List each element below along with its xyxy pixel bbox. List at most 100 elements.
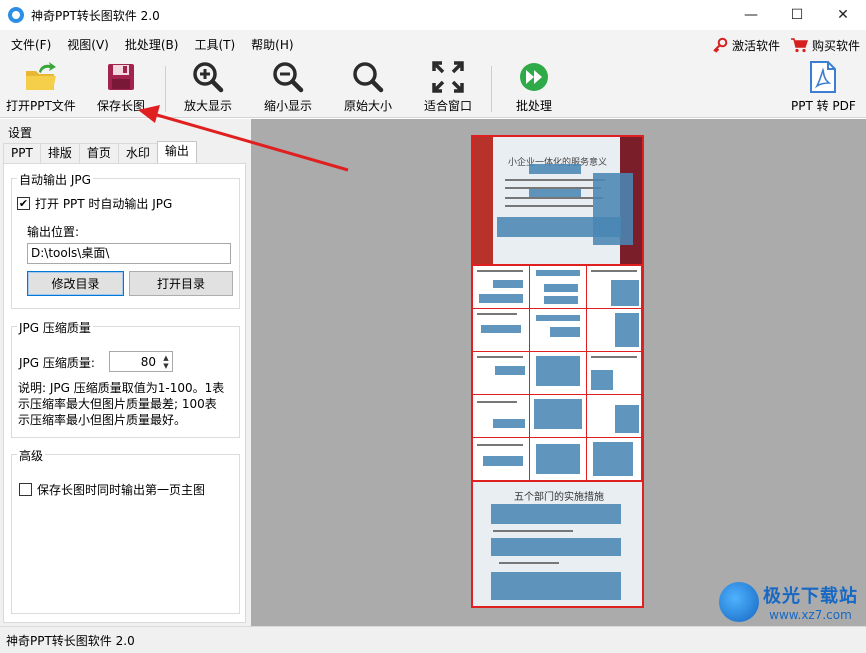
grid-cell: [530, 309, 587, 352]
jpg-quality-stepper[interactable]: 80 ▲ ▼: [109, 351, 173, 372]
modify-directory-button[interactable]: 修改目录: [27, 271, 124, 296]
last-slide-title: 五个部门的实施措施: [514, 492, 604, 503]
window-title: 神奇PPT转长图软件 2.0: [31, 8, 160, 23]
slide-text-line: [477, 444, 523, 446]
settings-tabs: PPT 排版 首页 水印 输出: [3, 141, 197, 164]
ppt-to-pdf-button[interactable]: PPT 转 PDF: [791, 60, 856, 118]
slide-block: [593, 173, 633, 245]
slide-decoration: [473, 137, 493, 264]
app-logo-icon: [8, 7, 24, 23]
shopping-cart-icon: [790, 38, 808, 53]
description-line: 说明: JPG 压缩质量取值为1-100。1表: [18, 381, 225, 395]
slide-block: [536, 315, 580, 321]
grid-cell: [587, 352, 642, 395]
tab-watermark[interactable]: 水印: [117, 143, 158, 163]
preview-slide-last: 五个部门的实施措施: [473, 482, 642, 606]
save-long-image-button[interactable]: 保存长图: [97, 60, 145, 118]
slide-block: [536, 356, 580, 386]
fit-window-button[interactable]: 适合窗口: [424, 60, 472, 118]
menu-batch[interactable]: 批处理(B): [117, 30, 187, 60]
slide-text-line: [477, 401, 517, 403]
auto-output-checkbox[interactable]: ✔: [17, 197, 30, 210]
auto-output-group: 自动输出 JPG ✔ 打开 PPT 时自动输出 JPG 输出位置: D:\too…: [11, 171, 240, 309]
slide-block: [529, 164, 581, 174]
tab-output[interactable]: 输出: [156, 141, 197, 163]
slide-block: [534, 399, 582, 429]
watermark-text: 极光下载站 www.xz7.com: [763, 582, 858, 622]
zoom-out-label: 缩小显示: [264, 99, 313, 113]
buy-software-button[interactable]: 购买软件: [790, 37, 860, 54]
output-first-page-checkbox[interactable]: [19, 483, 32, 496]
slide-block: [591, 370, 613, 390]
fit-window-icon: [431, 60, 465, 93]
activate-software-button[interactable]: 激活软件: [712, 37, 780, 54]
settings-panel: 设置 PPT 排版 首页 水印 输出 自动输出 JPG ✔ 打开 PPT 时自动…: [0, 119, 251, 626]
minimize-button[interactable]: —: [728, 0, 774, 30]
grid-cell: [473, 266, 530, 309]
grid-cell: [587, 438, 642, 480]
advanced-group: 高级 保存长图时同时输出第一页主图: [11, 447, 240, 614]
menu-help[interactable]: 帮助(H): [243, 30, 301, 60]
zoom-out-button[interactable]: 缩小显示: [264, 60, 312, 118]
slide-block: [495, 366, 525, 375]
watermark-brand: 极光下载站: [763, 586, 858, 607]
original-size-button[interactable]: 原始大小: [344, 60, 392, 118]
long-image-preview: 小企业一体化的服务意义 五个部门的实施措施: [471, 135, 644, 608]
slide-block: [536, 444, 580, 474]
window-controls: — ☐ ✕: [728, 0, 866, 30]
activate-label: 激活软件: [731, 38, 780, 53]
batch-process-button[interactable]: 批处理: [516, 60, 552, 118]
preview-area[interactable]: 小企业一体化的服务意义 五个部门的实施措施 极光下载站 www.xz7.com: [251, 119, 866, 626]
slide-block: [593, 442, 633, 476]
slide-text-line: [505, 205, 593, 207]
save-long-image-label: 保存长图: [97, 99, 146, 113]
stepper-arrows-icon[interactable]: ▲ ▼: [160, 352, 172, 371]
close-button[interactable]: ✕: [820, 0, 866, 30]
slide-text-line: [477, 313, 517, 315]
menu-file[interactable]: 文件(F): [3, 30, 59, 60]
grid-cell: [473, 309, 530, 352]
watermark-url: www.xz7.com: [769, 608, 852, 622]
slide-text-line: [505, 197, 603, 199]
auto-output-checkbox-row[interactable]: ✔ 打开 PPT 时自动输出 JPG: [17, 195, 172, 212]
menu-tools[interactable]: 工具(T): [186, 30, 243, 60]
slide-block: [483, 456, 523, 466]
tab-ppt[interactable]: PPT: [3, 143, 41, 163]
grid-cell: [473, 395, 530, 438]
grid-cell: [473, 438, 530, 480]
title-bar: 神奇PPT转长图软件 2.0 — ☐ ✕: [0, 0, 866, 30]
open-ppt-button[interactable]: 打开PPT文件: [6, 60, 76, 118]
tab-layout[interactable]: 排版: [39, 143, 80, 163]
floppy-disk-icon: [104, 60, 138, 93]
advanced-checkbox-row[interactable]: 保存长图时同时输出第一页主图: [19, 481, 205, 498]
menu-view[interactable]: 视图(V): [59, 30, 117, 60]
slide-text-line: [591, 270, 637, 272]
tab-cover[interactable]: 首页: [78, 143, 119, 163]
maximize-button[interactable]: ☐: [774, 0, 820, 30]
grid-cell: [530, 395, 587, 438]
advanced-title: 高级: [17, 447, 46, 464]
slide-block: [611, 280, 639, 306]
status-bar: 神奇PPT转长图软件 2.0: [0, 626, 866, 653]
jpg-quality-description: 说明: JPG 压缩质量取值为1-100。1表 示压缩率最大但图片质量最差; 1…: [18, 380, 236, 428]
slide-block: [615, 405, 639, 433]
status-text: 神奇PPT转长图软件 2.0: [6, 633, 135, 648]
grid-cell: [587, 395, 642, 438]
watermark-logo-icon: [719, 582, 759, 622]
magnifier-icon: [351, 60, 385, 93]
slide-text-line: [505, 179, 605, 181]
pdf-document-icon: [806, 60, 840, 93]
open-ppt-label: 打开PPT文件: [6, 99, 76, 113]
slide-block: [615, 313, 639, 347]
open-directory-button[interactable]: 打开目录: [129, 271, 233, 296]
grid-cell: [587, 266, 642, 309]
slide-block: [544, 296, 578, 304]
grid-cell: [530, 352, 587, 395]
auto-output-title: 自动输出 JPG: [17, 171, 93, 188]
slide-block: [491, 572, 621, 600]
slide-block: [536, 270, 580, 276]
slide-text-line: [591, 356, 637, 358]
output-location-field[interactable]: D:\tools\桌面\: [27, 243, 231, 264]
output-tab-panel: 自动输出 JPG ✔ 打开 PPT 时自动输出 JPG 输出位置: D:\too…: [3, 163, 246, 623]
zoom-in-button[interactable]: 放大显示: [184, 60, 232, 118]
